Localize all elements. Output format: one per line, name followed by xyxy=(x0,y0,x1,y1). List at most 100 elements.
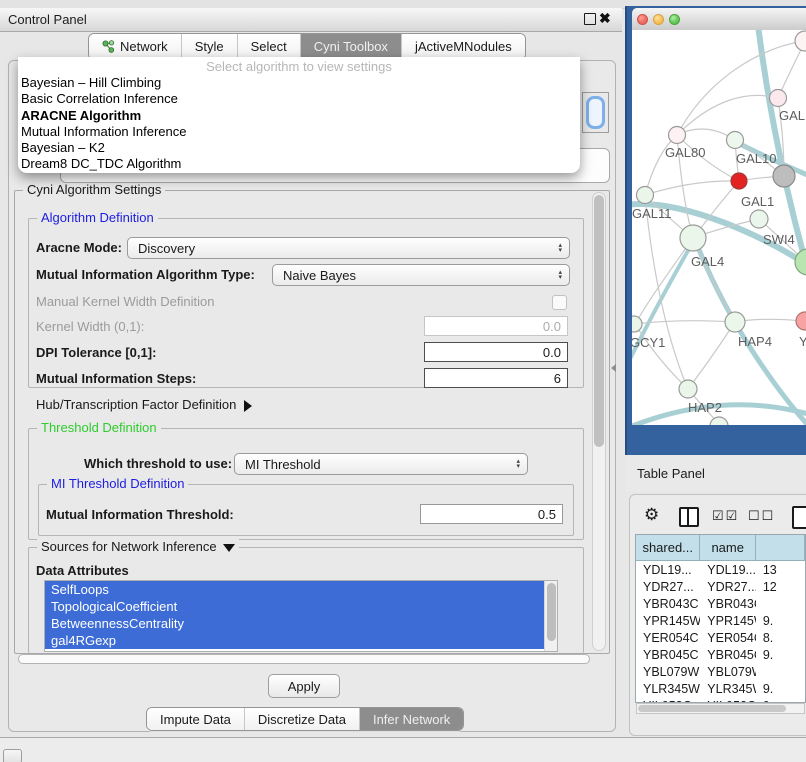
network-node-hap4[interactable] xyxy=(725,312,745,332)
table-horizontal-scrollbar[interactable] xyxy=(636,703,805,714)
stepper-arrows-icon: ▴▾ xyxy=(558,243,562,253)
algorithm-option[interactable]: Dream8 DC_TDC Algorithm xyxy=(18,156,580,172)
mi-steps-field[interactable]: 6 xyxy=(424,368,568,388)
manual-kernel-checkbox[interactable] xyxy=(552,295,567,310)
deselect-all-checkboxes-icon[interactable]: ☐☐ xyxy=(748,508,775,524)
tab-impute-data[interactable]: Impute Data xyxy=(147,708,244,730)
algorithm-option[interactable]: Mutual Information Inference xyxy=(18,124,580,140)
network-node-gal80[interactable] xyxy=(669,127,686,144)
aracne-mode-value: Discovery xyxy=(138,241,558,256)
table-panel-title: Table Panel xyxy=(637,466,705,481)
minimize-traffic-light-icon[interactable] xyxy=(653,14,664,25)
stepper-arrows-icon: ▴▾ xyxy=(516,459,520,469)
table-row[interactable]: YDL19...YDL19...13 xyxy=(636,561,805,578)
tab-style[interactable]: Style xyxy=(181,34,237,59)
mi-type-label: Mutual Information Algorithm Type: xyxy=(36,267,255,282)
network-canvas[interactable]: GALGAL80GAL10GAL1GAL11SWI4GAL4GCY1HAP4YH… xyxy=(632,30,806,425)
tab-label: Select xyxy=(251,39,287,54)
data-attribute-item[interactable]: SelfLoops xyxy=(45,581,545,598)
algorithm-option[interactable]: Bayesian – K2 xyxy=(18,140,580,156)
network-node-hap2[interactable] xyxy=(679,380,697,398)
network-node[interactable] xyxy=(773,165,795,187)
which-threshold-combobox[interactable]: MI Threshold ▴▾ xyxy=(234,453,528,475)
node-attribute-table[interactable]: shared...name YDL19...YDL19...13YDR27...… xyxy=(635,534,806,703)
sources-legend[interactable]: Sources for Network Inference xyxy=(37,539,239,554)
which-threshold-value: MI Threshold xyxy=(245,457,516,472)
table-column-header[interactable]: name xyxy=(700,535,756,561)
table-cell: YDL19... xyxy=(636,563,700,577)
scrollbar-thumb[interactable] xyxy=(638,705,786,712)
tab-jactivemnodules[interactable]: jActiveMNodules xyxy=(401,34,525,59)
settings-vertical-scrollbar[interactable] xyxy=(592,192,606,651)
network-node-gal[interactable] xyxy=(770,90,787,107)
algorithm-option[interactable]: Bayesian – Hill Climbing xyxy=(18,75,580,91)
table-header-row: shared...name xyxy=(636,535,805,561)
table-column-header[interactable] xyxy=(756,535,805,561)
network-node-gal1[interactable] xyxy=(731,173,747,189)
table-cell: YPR145W xyxy=(636,614,700,628)
tab-cyni-toolbox[interactable]: Cyni Toolbox xyxy=(300,34,401,59)
data-attributes-label: Data Attributes xyxy=(36,563,129,578)
aracne-mode-combobox[interactable]: Discovery ▴▾ xyxy=(127,237,570,259)
table-row[interactable]: YBR043CYBR043C xyxy=(636,595,805,612)
network-node-gcy1[interactable] xyxy=(632,316,642,332)
table-row[interactable]: YBR045CYBR045C9. xyxy=(636,646,805,663)
network-node-label: HAP4 xyxy=(738,334,772,349)
restore-panel-button[interactable] xyxy=(3,749,22,762)
table-column-header[interactable]: shared... xyxy=(636,535,700,561)
table-cell: 8. xyxy=(756,631,805,645)
scrollbar-thumb[interactable] xyxy=(594,195,604,447)
split-columns-icon[interactable] xyxy=(679,507,699,527)
which-threshold-label: Which threshold to use: xyxy=(84,456,232,471)
table-row[interactable]: YBL079WYBL079W xyxy=(636,663,805,680)
gear-icon[interactable]: ⚙ xyxy=(644,505,659,525)
table-row[interactable]: YLR345WYLR345W9. xyxy=(636,680,805,697)
splitter-collapse-icon[interactable] xyxy=(611,364,616,372)
data-attribute-item[interactable]: TopologicalCoefficient xyxy=(45,598,545,615)
dpi-tolerance-field[interactable]: 0.0 xyxy=(424,342,568,362)
network-node-gal10[interactable] xyxy=(727,132,744,149)
table-row[interactable]: YER054CYER054C8. xyxy=(636,629,805,646)
network-node[interactable] xyxy=(710,417,728,425)
scrollbar-thumb[interactable] xyxy=(547,583,556,641)
network-node-gal4[interactable] xyxy=(680,225,706,251)
tab-network[interactable]: Network xyxy=(89,34,181,59)
network-node[interactable] xyxy=(795,31,806,51)
expand-right-icon xyxy=(244,400,252,412)
attributes-scrollbar[interactable] xyxy=(544,581,557,651)
table-row[interactable]: YDR27...YDR27...12 xyxy=(636,578,805,595)
hub-definition-label: Hub/Transcription Factor Definition xyxy=(36,397,236,412)
network-node-y[interactable] xyxy=(796,312,806,330)
hub-definition-toggle[interactable]: Hub/Transcription Factor Definition xyxy=(36,397,252,412)
kernel-width-field[interactable]: 0.0 xyxy=(424,316,568,336)
table-cell: YBL079W xyxy=(636,665,700,679)
algorithm-option[interactable]: ARACNE Algorithm xyxy=(18,108,580,124)
select-all-checkboxes-icon[interactable]: ☑☑ xyxy=(712,508,739,524)
data-attribute-item[interactable]: gal4RGexp xyxy=(45,632,545,649)
network-node-label: GAL1 xyxy=(741,194,774,209)
close-traffic-light-icon[interactable] xyxy=(637,14,648,25)
data-attribute-item[interactable]: BetweennessCentrality xyxy=(45,615,545,632)
tab-discretize-data[interactable]: Discretize Data xyxy=(244,708,359,730)
mi-threshold-field[interactable]: 0.5 xyxy=(420,504,563,524)
table-cell: YBR045C xyxy=(700,648,756,662)
apply-button[interactable]: Apply xyxy=(268,674,340,698)
algorithm-option[interactable]: Basic Correlation Inference xyxy=(18,91,580,107)
network-node-swi4[interactable] xyxy=(750,210,768,228)
close-panel-icon[interactable]: ✖ xyxy=(599,9,611,27)
table-row[interactable]: YPR145WYPR145W9. xyxy=(636,612,805,629)
network-window-titlebar[interactable] xyxy=(632,8,806,31)
float-panel-icon[interactable] xyxy=(584,13,596,25)
tab-label: Impute Data xyxy=(160,712,231,727)
table-cell: 9. xyxy=(756,648,805,662)
network-node-gal11[interactable] xyxy=(637,187,654,204)
tab-infer-network[interactable]: Infer Network xyxy=(359,708,463,730)
export-table-icon[interactable] xyxy=(792,506,806,529)
tab-label: Cyni Toolbox xyxy=(314,39,388,54)
mi-type-combobox[interactable]: Naive Bayes ▴▾ xyxy=(272,264,570,286)
tab-select[interactable]: Select xyxy=(237,34,300,59)
zoom-traffic-light-icon[interactable] xyxy=(669,14,680,25)
stepper-arrows-icon: ▴▾ xyxy=(558,270,562,280)
settings-horizontal-scrollbar[interactable] xyxy=(18,654,590,664)
algorithm-combobox-end[interactable] xyxy=(582,92,609,133)
